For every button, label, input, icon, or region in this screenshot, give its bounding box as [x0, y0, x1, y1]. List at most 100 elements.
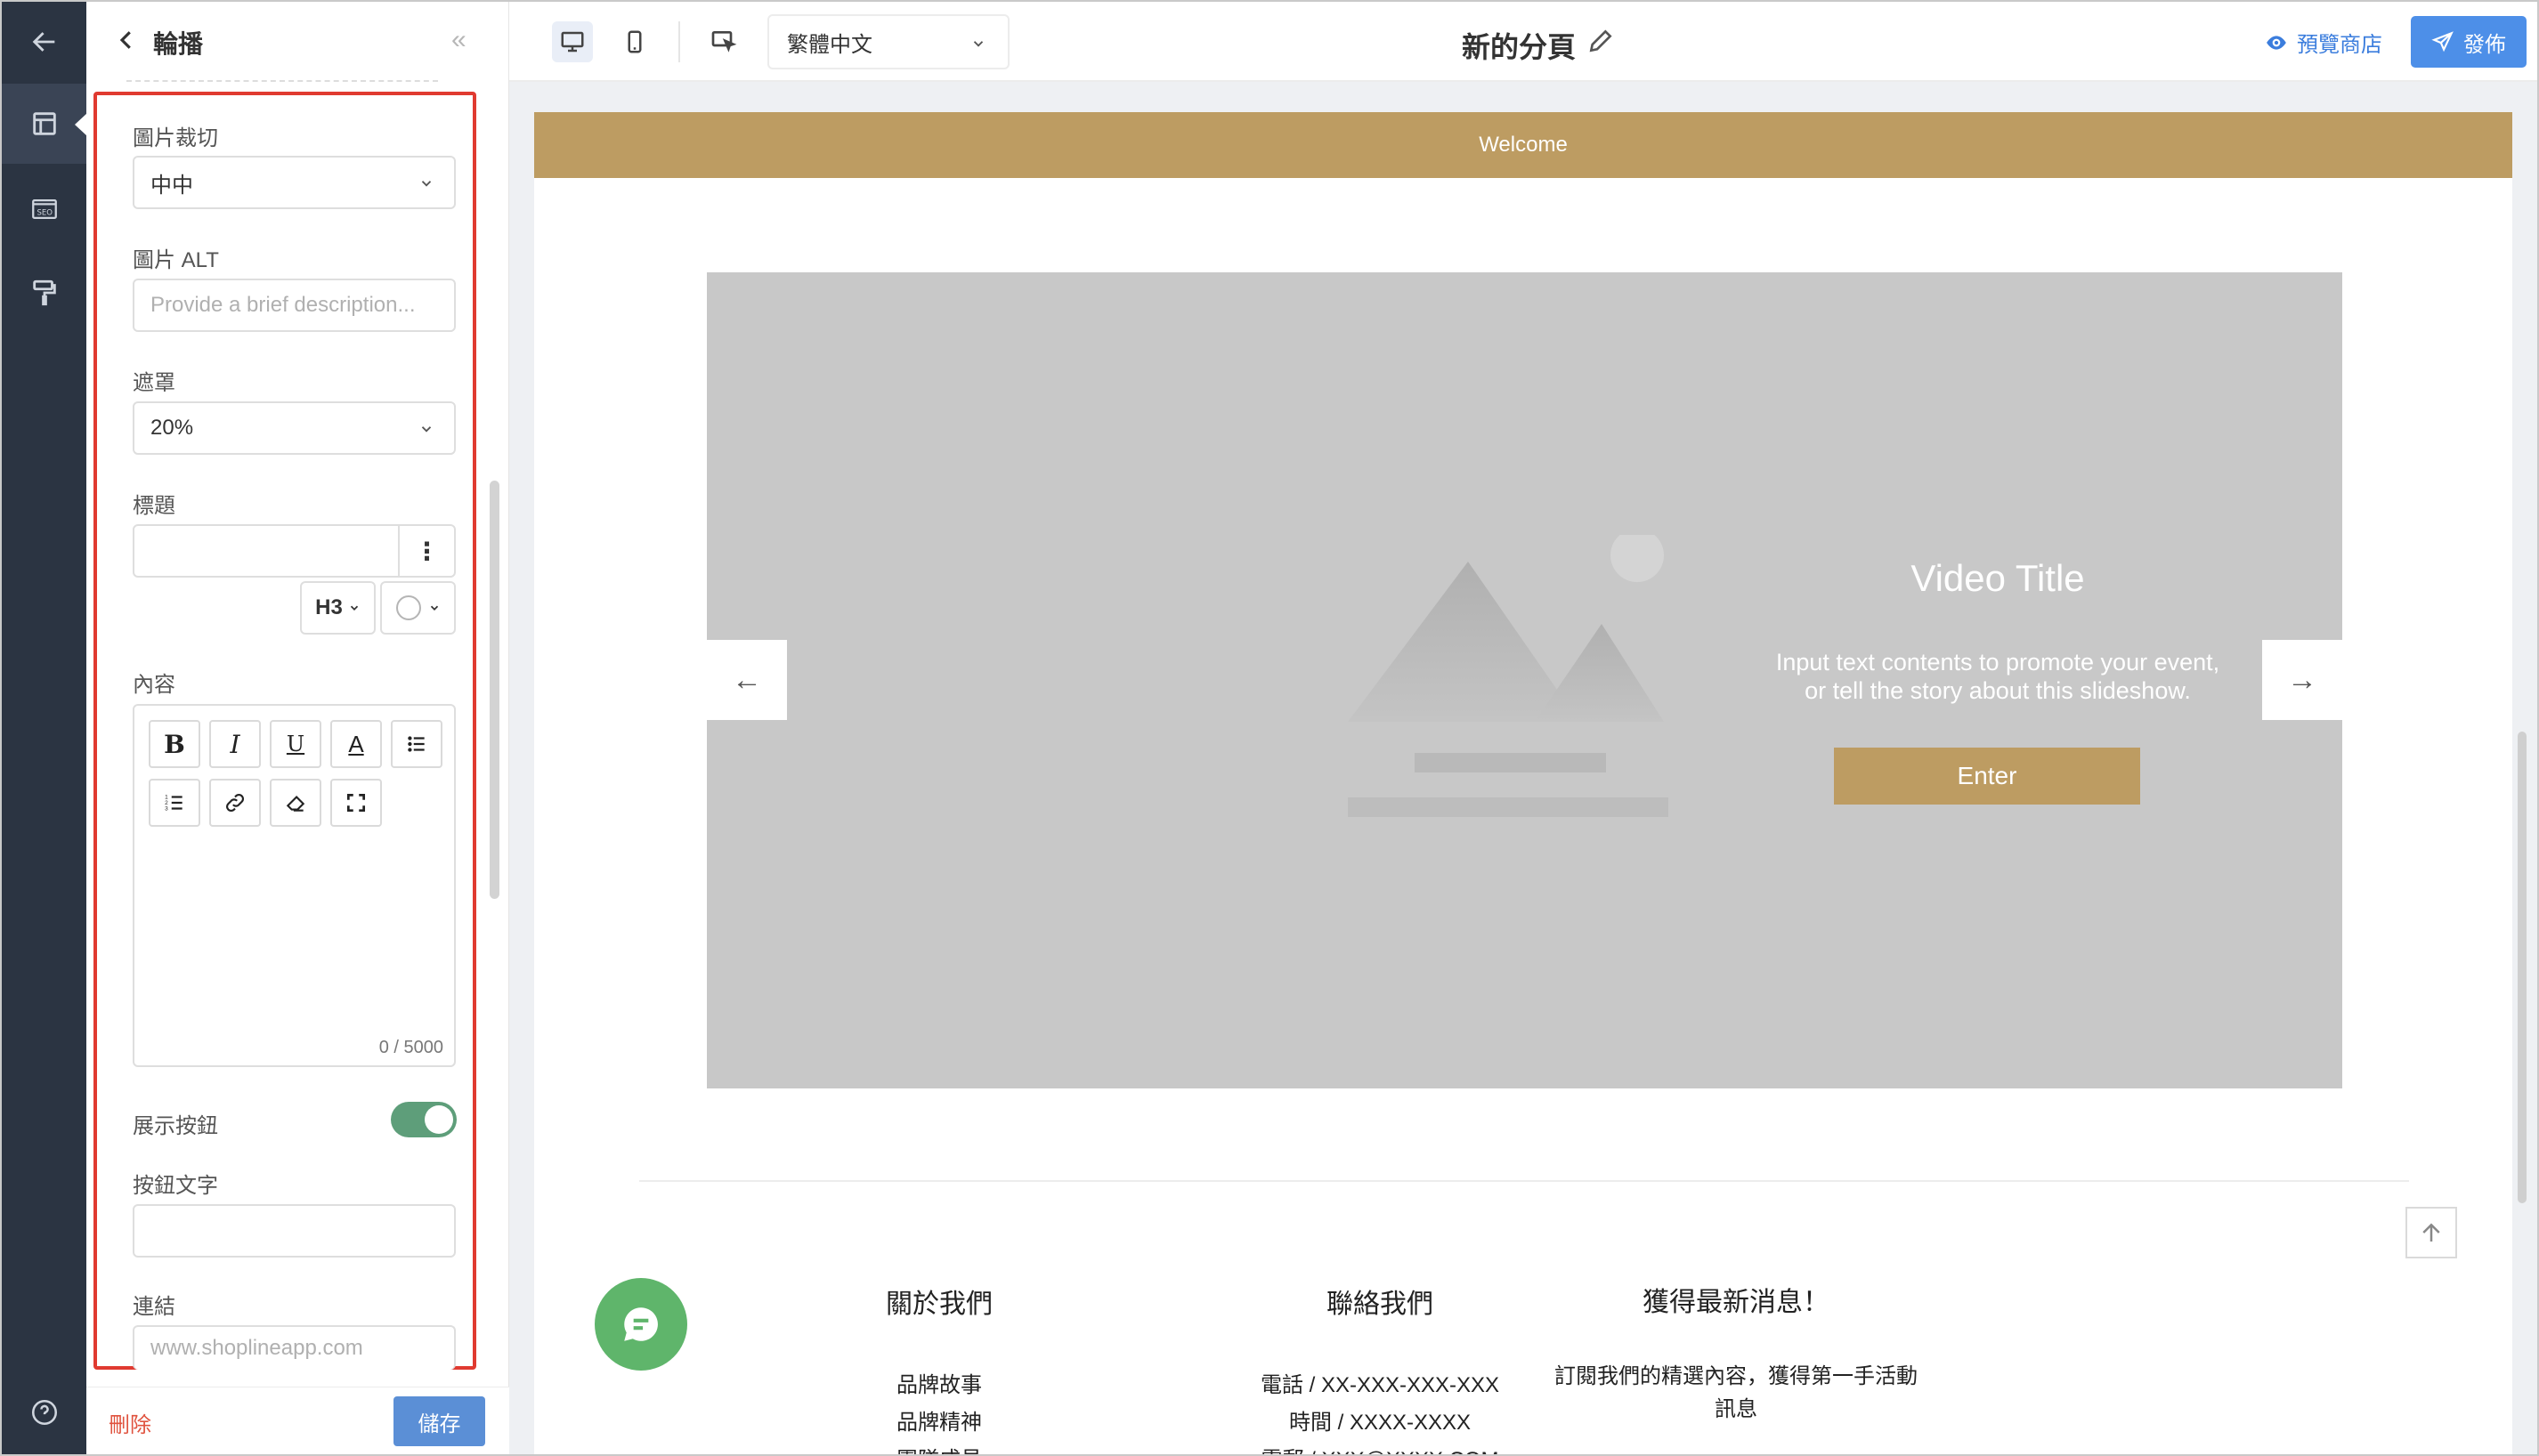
fullscreen-icon[interactable]	[330, 779, 382, 827]
svg-text:SEO: SEO	[37, 208, 53, 217]
divider	[126, 80, 438, 82]
heading-label: 標題	[133, 494, 175, 518]
alt-input-placeholder: Provide a brief description...	[150, 293, 416, 317]
image-placeholder-icon	[1348, 535, 1668, 817]
slide-next-arrow-icon[interactable]: →	[2262, 640, 2342, 720]
footer-news-line-2: 訊息	[1715, 1397, 1757, 1421]
heading-input[interactable]	[133, 524, 400, 578]
link-icon[interactable]	[209, 779, 261, 827]
rich-text-editor[interactable]: B I U A 123 0 / 5000	[133, 704, 456, 1067]
panel-footer: 刪除 儲存	[86, 1387, 509, 1454]
rail-active-caret	[75, 113, 87, 136]
language-value: 繁體中文	[787, 32, 872, 57]
help-icon[interactable]	[2, 1372, 86, 1452]
chevron-down-icon	[421, 426, 432, 433]
mask-select-value: 20%	[150, 416, 194, 440]
panel-scroll-area[interactable]: 圖片裁切 中中 圖片 ALT Provide a brief descripti…	[86, 80, 509, 1388]
publish-label: 發佈	[2463, 32, 2506, 57]
more-options-icon[interactable]: ⋮	[398, 524, 456, 578]
collapse-panel-icon[interactable]: «	[451, 25, 466, 55]
settings-panel: 輪播 « 圖片裁切 中中 圖片 ALT Provide a brief desc…	[86, 2, 509, 1454]
button-text-input[interactable]	[133, 1204, 456, 1258]
mask-select[interactable]: 20%	[133, 401, 456, 455]
page-name: 新的分頁	[1462, 31, 1577, 63]
desktop-view-icon[interactable]	[552, 21, 593, 62]
send-icon	[2431, 31, 2454, 53]
slide-enter-button[interactable]: Enter	[1834, 748, 2140, 805]
select-element-icon[interactable]	[703, 21, 744, 62]
numbered-list-icon[interactable]: 123	[149, 779, 200, 827]
edit-pencil-icon[interactable]	[1586, 27, 1615, 55]
icon-rail: SEO	[2, 2, 87, 1454]
mask-label: 遮罩	[133, 371, 175, 395]
alt-input[interactable]: Provide a brief description...	[133, 279, 456, 332]
link-input[interactable]: www.shoplineapp.com	[133, 1325, 456, 1370]
svg-text:3: 3	[165, 806, 168, 813]
underline-icon[interactable]: U	[270, 720, 321, 768]
panel-scrollbar[interactable]	[490, 481, 499, 899]
button-text-label: 按鈕文字	[133, 1174, 218, 1198]
preview-store-link[interactable]: 預覽商店	[2265, 27, 2382, 58]
char-counter: 0 / 5000	[378, 1038, 443, 1057]
crop-select[interactable]: 中中	[133, 156, 456, 209]
back-arrow-icon[interactable]	[2, 2, 86, 82]
toolbar-divider	[678, 21, 680, 62]
language-select[interactable]: 繁體中文	[767, 14, 1010, 69]
footer-contact-item: 電話 / XX-XXX-XXX-XXX	[1260, 1373, 1500, 1397]
mobile-view-icon[interactable]	[614, 21, 655, 62]
preview-canvas: Welcome ← → Video Title Input text conte…	[509, 82, 2537, 1454]
save-button[interactable]: 儲存	[393, 1396, 485, 1446]
bold-icon[interactable]: B	[149, 720, 200, 768]
layout-icon[interactable]	[2, 84, 86, 164]
delete-button[interactable]: 刪除	[109, 1407, 151, 1438]
crop-select-value: 中中	[150, 173, 193, 198]
app-window: SEO 輪播 « 圖片裁切 中中 圖片 ALT Provide a brief …	[0, 0, 2539, 1456]
alt-label: 圖片 ALT	[133, 248, 219, 272]
panel-header: 輪播 «	[86, 2, 509, 80]
eraser-icon[interactable]	[270, 779, 321, 827]
footer-about-link[interactable]: 品牌故事	[819, 1367, 1059, 1398]
chevron-left-icon[interactable]	[113, 27, 140, 53]
heading-level-select[interactable]: H3	[300, 581, 376, 635]
footer-news-title: 獲得最新消息！	[1643, 1288, 1829, 1317]
link-label: 連結	[133, 1295, 175, 1319]
top-toolbar: 繁體中文 新的分頁 預覽商店 發佈	[509, 2, 2537, 82]
show-button-toggle[interactable]	[391, 1102, 457, 1137]
chevron-down-icon	[350, 605, 358, 611]
footer-about-link[interactable]: 品牌精神	[819, 1404, 1059, 1436]
announcement-bar: Welcome	[534, 112, 2512, 178]
color-swatch	[395, 595, 421, 620]
bullet-list-icon[interactable]	[391, 720, 442, 768]
highlight-frame: 圖片裁切 中中 圖片 ALT Provide a brief descripti…	[93, 92, 476, 1370]
chat-icon[interactable]	[595, 1278, 687, 1371]
preview-store-label: 預覽商店	[2297, 33, 2382, 57]
footer-news-subtitle: 訂閱我們的精選內容，獲得第一手活動 訊息	[1549, 1360, 1923, 1426]
canvas-scrollbar-thumb[interactable]	[2518, 732, 2527, 1203]
footer-about-link[interactable]: 團隊成員	[819, 1442, 1059, 1454]
text-color-select[interactable]	[380, 581, 456, 635]
footer-contact-item: 時間 / XXXX-XXXX	[1288, 1411, 1472, 1435]
seo-icon[interactable]: SEO	[2, 169, 86, 249]
show-button-label: 展示按鈕	[133, 1114, 218, 1138]
eye-icon	[2267, 35, 2286, 50]
slideshow-slide[interactable]: ← → Video Title Input text contents to p…	[707, 272, 2342, 1088]
slide-prev-arrow-icon[interactable]: ←	[707, 640, 787, 720]
slide-description-line-1: Input text contents to promote your even…	[1775, 649, 2220, 675]
publish-button[interactable]: 發佈	[2411, 16, 2527, 68]
crop-label: 圖片裁切	[133, 126, 218, 150]
italic-icon[interactable]: I	[209, 720, 261, 768]
back-to-top-icon[interactable]	[2405, 1207, 2457, 1258]
font-color-icon[interactable]: A	[330, 720, 382, 768]
chevron-down-icon	[421, 181, 432, 187]
slide-description-line-2: or tell the story about this slideshow.	[1805, 677, 2191, 704]
footer-divider	[639, 1180, 2409, 1182]
panel-title: 輪播	[153, 30, 204, 58]
paint-roller-icon[interactable]	[2, 253, 86, 333]
preview-page[interactable]: Welcome ← → Video Title Input text conte…	[534, 112, 2512, 1454]
heading-level-value: H3	[315, 595, 343, 619]
chevron-down-icon	[973, 41, 984, 47]
link-input-placeholder: www.shoplineapp.com	[150, 1336, 363, 1360]
canvas-scrollbar[interactable]	[2518, 100, 2527, 1203]
footer-contact-title: 聯絡我們	[1326, 1290, 1433, 1319]
toggle-knob	[425, 1105, 453, 1134]
